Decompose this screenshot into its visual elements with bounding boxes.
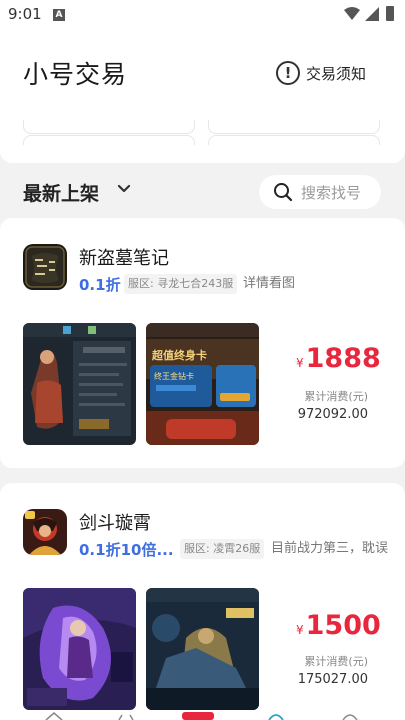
- game-icon: [23, 244, 67, 290]
- search-input[interactable]: 搜索找号: [259, 175, 381, 209]
- service-icon[interactable]: [266, 712, 286, 720]
- total-spent-value: 175027.00: [297, 672, 368, 687]
- category-card[interactable]: [23, 120, 195, 134]
- trade-icon[interactable]: [180, 712, 216, 720]
- game-name: 新盗墓笔记: [79, 248, 169, 269]
- listing-card[interactable]: 剑斗璇霄 0.1折10倍... 服区: 凌霄26服 目前战力第三，耽误 ¥150…: [0, 483, 405, 720]
- search-placeholder: 搜索找号: [301, 183, 362, 202]
- battery-icon: [386, 6, 394, 21]
- notification-icon: A: [53, 9, 65, 21]
- screenshot-thumbnail[interactable]: [23, 588, 136, 710]
- listing-description: 目前战力第三，耽误: [271, 541, 389, 556]
- chevron-down-icon[interactable]: [117, 184, 131, 194]
- card-promo-text2: 终王金钻卡: [154, 371, 194, 381]
- profile-icon[interactable]: [340, 712, 360, 720]
- game-name: 剑斗璇霄: [79, 513, 151, 534]
- header: 小号交易 ! 交易须知: [0, 30, 405, 163]
- bottom-nav: [0, 712, 405, 720]
- game-icon: [23, 509, 67, 555]
- total-spent-label: 累计消费(元): [304, 655, 368, 668]
- screenshot-thumbnail[interactable]: 超值终身卡 终王金钻卡: [146, 323, 259, 445]
- category-card[interactable]: [208, 135, 380, 145]
- total-spent-label: 累计消费(元): [304, 390, 368, 403]
- game-icon[interactable]: [116, 712, 136, 720]
- signal-icon: [365, 7, 379, 21]
- wifi-icon: [344, 7, 360, 20]
- currency-symbol: ¥: [296, 356, 304, 370]
- trade-notice-label: 交易须知: [306, 64, 367, 83]
- total-spent-value: 972092.00: [297, 407, 368, 422]
- price-value: 1500: [305, 610, 381, 641]
- card-promo-text: 超值终身卡: [151, 348, 207, 362]
- screenshot-thumbnail[interactable]: [146, 588, 259, 710]
- sort-dropdown-label[interactable]: 最新上架: [23, 179, 99, 206]
- price-value: 1888: [305, 343, 381, 374]
- category-card[interactable]: [208, 120, 380, 134]
- exclamation-icon: !: [276, 61, 300, 85]
- currency-symbol: ¥: [296, 623, 304, 637]
- server-tag: 服区: 凌霄26服: [180, 539, 265, 559]
- screenshot-thumbnail[interactable]: [23, 323, 136, 445]
- category-card[interactable]: [23, 135, 195, 145]
- listing-card[interactable]: 新盗墓笔记 0.1折 服区: 寻龙七合243服 详情看图 超值终身卡 终王金钻卡…: [0, 218, 405, 468]
- trade-notice-button[interactable]: ! 交易须知: [276, 60, 366, 86]
- server-tag: 服区: 寻龙七合243服: [124, 274, 238, 294]
- price: ¥1888: [296, 343, 381, 374]
- status-time: 9:01: [8, 5, 42, 23]
- page-title: 小号交易: [23, 60, 128, 89]
- listing-description: 详情看图: [243, 276, 296, 291]
- price: ¥1500: [296, 610, 381, 641]
- home-icon[interactable]: [44, 712, 64, 720]
- search-icon: [274, 183, 293, 202]
- discount-label: 0.1折: [79, 276, 121, 294]
- status-bar: 9:01 A: [0, 0, 405, 30]
- discount-label: 0.1折10倍...: [79, 541, 174, 559]
